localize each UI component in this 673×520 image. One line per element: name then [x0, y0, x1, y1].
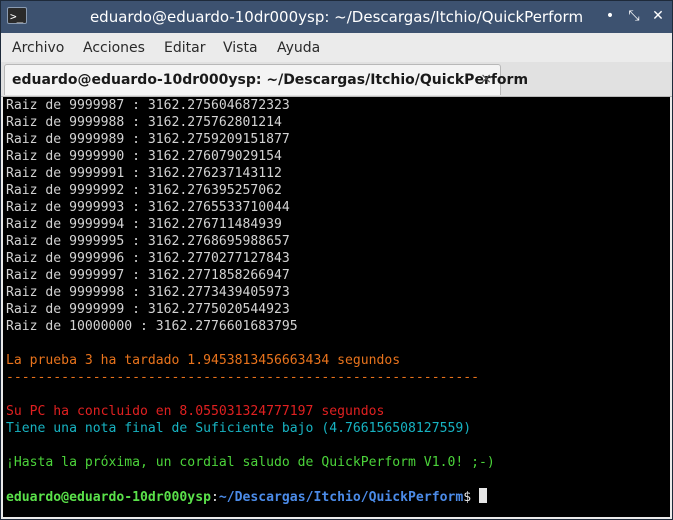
- prompt-symbol: $: [463, 490, 480, 505]
- tab-close-icon[interactable]: ×: [480, 71, 492, 87]
- prompt-user: eduardo@eduardo-10dr000ysp: [6, 490, 211, 505]
- test-time-line: La prueba 3 ha tardado 1.945381345666343…: [6, 353, 401, 368]
- output-line: Raiz de 9999987 : 3162.2756046872323: [6, 98, 290, 113]
- total-time-line: Su PC ha concluido en 8.055031324777197 …: [6, 404, 385, 419]
- window-title: eduardo@eduardo-10dr000ysp: ~/Descargas/…: [89, 8, 584, 26]
- menu-bar: Archivo Acciones Editar Vista Ayuda: [1, 33, 672, 62]
- output-line: Raiz de 10000000 : 3162.2776601683795: [6, 319, 298, 334]
- output-line: Raiz de 9999998 : 3162.2773439405973: [6, 285, 290, 300]
- menu-vista[interactable]: Vista: [223, 40, 258, 56]
- separator-line: ----------------------------------------…: [6, 370, 479, 385]
- prompt-separator: :: [210, 490, 219, 505]
- output-line: Raiz de 9999988 : 3162.275762801214: [6, 115, 282, 130]
- output-line: Raiz de 9999994 : 3162.276711484939: [6, 217, 282, 232]
- menu-ayuda[interactable]: Ayuda: [277, 40, 320, 56]
- minimize-icon[interactable]: •: [601, 7, 619, 25]
- output-line: Raiz de 9999992 : 3162.276395257062: [6, 183, 282, 198]
- close-window-icon[interactable]: ✕: [649, 7, 667, 25]
- output-line: Raiz de 9999996 : 3162.2770277127843: [6, 251, 290, 266]
- menu-editar[interactable]: Editar: [164, 40, 205, 56]
- output-line: Raiz de 9999995 : 3162.2768695988657: [6, 234, 290, 249]
- output-line: Raiz de 9999989 : 3162.2759209151877: [6, 132, 290, 147]
- tab-bar: eduardo@eduardo-10dr000ysp: ~/Descargas/…: [1, 62, 672, 97]
- final-grade-line: Tiene una nota final de Suficiente bajo …: [6, 421, 472, 436]
- output-line: Raiz de 9999997 : 3162.2771858266947: [6, 268, 290, 283]
- terminal-tab[interactable]: eduardo@eduardo-10dr000ysp: ~/Descargas/…: [4, 64, 528, 95]
- output-line: Raiz de 9999991 : 3162.276237143112: [6, 166, 282, 181]
- prompt-path: ~/Descargas/Itchio/QuickPerform: [218, 490, 464, 505]
- maximize-icon[interactable]: ⤡: [625, 7, 643, 25]
- terminal-window: >_ eduardo@eduardo-10dr000ysp: ~/Descarg…: [0, 0, 673, 520]
- menu-archivo[interactable]: Archivo: [12, 40, 64, 56]
- title-bar[interactable]: >_ eduardo@eduardo-10dr000ysp: ~/Descarg…: [1, 1, 672, 33]
- terminal-output[interactable]: Raiz de 9999987 : 3162.2756046872323 Rai…: [3, 97, 670, 517]
- output-line: Raiz de 9999999 : 3162.2775020544923: [6, 302, 290, 317]
- tab-label: eduardo@eduardo-10dr000ysp: ~/Descargas/…: [12, 72, 529, 88]
- output-line: Raiz de 9999993 : 3162.2765533710044: [6, 200, 290, 215]
- menu-acciones[interactable]: Acciones: [83, 40, 145, 56]
- text-cursor: [479, 488, 488, 503]
- output-line: Raiz de 9999990 : 3162.276079029154: [6, 149, 282, 164]
- shell-prompt[interactable]: eduardo@eduardo-10dr000ysp:~/Descargas/I…: [6, 488, 488, 505]
- farewell-line: ¡Hasta la próxima, un cordial saludo de …: [6, 455, 495, 470]
